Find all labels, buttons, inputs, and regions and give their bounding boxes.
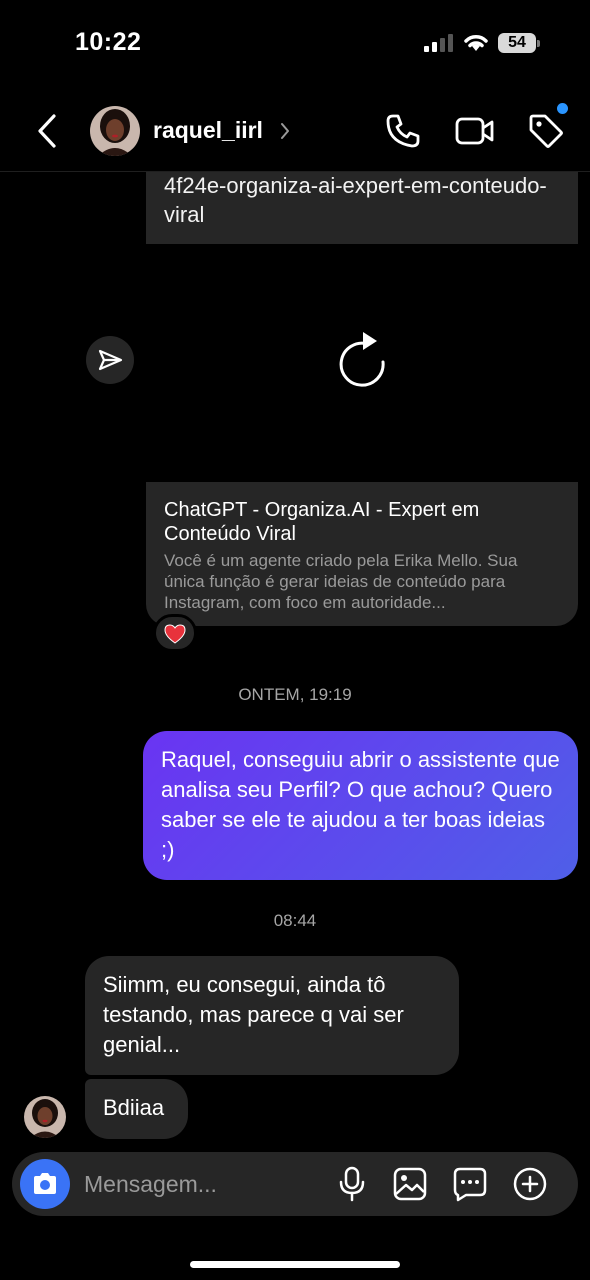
link-title: ChatGPT - Organiza.AI - Expert em Conteú… <box>164 499 480 545</box>
status-bar: 10:22 54 <box>0 0 590 90</box>
outgoing-message[interactable]: Raquel, conseguiu abrir o assistente que… <box>143 731 578 880</box>
chat-header: raquel_iirl <box>0 90 590 172</box>
sender-avatar[interactable] <box>24 1096 66 1138</box>
link-preview-url[interactable]: 4f24e-organiza-ai-expert-em-conteudo-vir… <box>146 172 578 244</box>
wifi-icon <box>464 35 488 51</box>
plus-icon[interactable] <box>512 1166 548 1202</box>
battery-icon: 54 <box>498 33 540 53</box>
video-icon[interactable] <box>455 114 495 148</box>
heart-icon <box>164 624 186 644</box>
heart-reaction[interactable] <box>153 614 197 652</box>
incoming-message[interactable]: Bdiiaa <box>85 1079 188 1139</box>
incoming-message[interactable]: Siimm, eu consegui, ainda tô testando, m… <box>85 956 459 1075</box>
link-url-text: 4f24e-organiza-ai-expert-em-conteudo-vir… <box>164 173 547 227</box>
chevron-right-icon[interactable] <box>278 121 292 141</box>
link-preview-card[interactable]: ChatGPT - Organiza.AI - Expert em Conteú… <box>146 482 578 626</box>
send-icon <box>98 349 123 371</box>
contact-username[interactable]: raquel_iirl <box>153 117 263 144</box>
signal-icon <box>424 34 453 52</box>
back-icon[interactable] <box>32 112 62 150</box>
home-indicator <box>190 1261 400 1268</box>
camera-button[interactable] <box>20 1159 70 1209</box>
camera-icon <box>34 1173 56 1194</box>
battery-level: 54 <box>498 33 536 53</box>
avatar[interactable] <box>90 106 140 156</box>
timestamp: ONTEM, 19:19 <box>238 685 352 704</box>
timestamp: 08:44 <box>273 911 317 930</box>
message-composer <box>12 1152 578 1216</box>
notification-dot <box>557 103 568 114</box>
tag-icon[interactable] <box>527 112 565 150</box>
microphone-icon[interactable] <box>338 1166 366 1202</box>
share-button[interactable] <box>86 336 134 384</box>
message-input[interactable] <box>84 1166 324 1202</box>
sticker-icon[interactable] <box>452 1166 488 1202</box>
gallery-icon[interactable] <box>392 1166 428 1202</box>
status-time: 10:22 <box>75 28 142 56</box>
phone-icon[interactable] <box>384 112 422 150</box>
reload-icon[interactable] <box>333 330 391 390</box>
link-description: Você é um agente criado pela Erika Mello… <box>164 551 518 612</box>
